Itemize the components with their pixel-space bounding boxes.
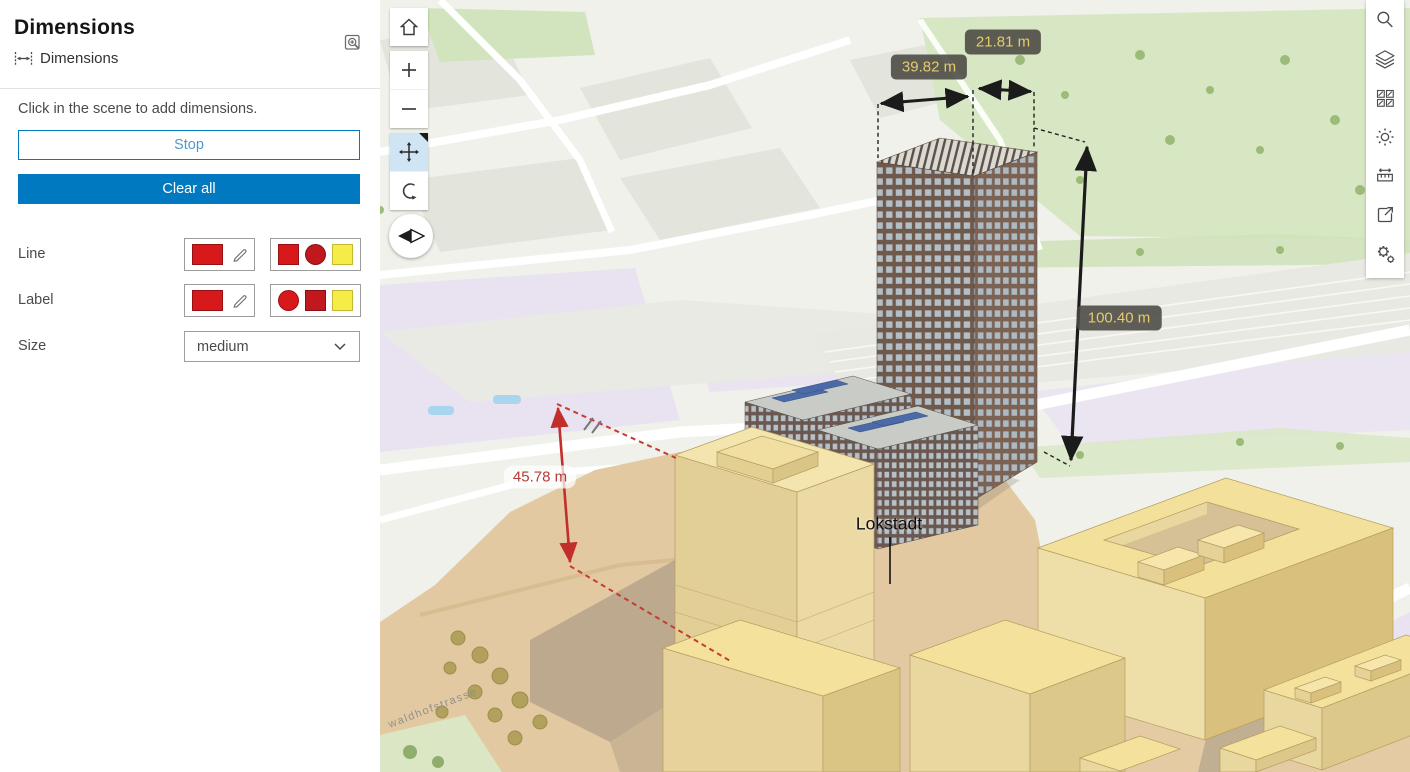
pond [428, 406, 454, 415]
label-color-picker[interactable] [184, 284, 255, 317]
share-icon [1377, 206, 1393, 222]
home-icon [399, 18, 419, 36]
zoom-to-icon[interactable] [344, 33, 364, 53]
layers-button[interactable] [1366, 39, 1404, 78]
tool-corner-flag [419, 133, 428, 142]
search-icon [1377, 11, 1393, 27]
label-red-circle-swatch[interactable] [278, 290, 299, 311]
line-color-swatch [191, 244, 223, 265]
side-panel: Dimensions Dimensions Click in the scene… [0, 0, 380, 772]
pencil-icon [232, 248, 247, 262]
layers-icon [1375, 49, 1395, 69]
zoom-in-button[interactable] [390, 51, 428, 89]
dimension-label-100: 100.40 m [1076, 305, 1162, 331]
search-button[interactable] [1366, 0, 1404, 39]
instruction-text: Click in the scene to add dimensions. [18, 101, 258, 117]
scene-view[interactable]: waldhofstrasse 21.81 m 39.82 m 100.40 m … [380, 0, 1410, 772]
zoom-out-button[interactable] [390, 89, 428, 128]
zoom-out-icon [402, 108, 416, 110]
scene-graphics: waldhofstrasse [380, 0, 1410, 772]
clear-all-button[interactable]: Clear all [18, 174, 360, 204]
home-button[interactable] [390, 8, 428, 46]
zoom-control [390, 51, 428, 128]
pond [493, 395, 521, 404]
basemap-icon [1376, 89, 1394, 107]
home-button-group [390, 8, 428, 46]
dimension-label-45: 45.78 m [503, 465, 577, 489]
dimensions-widget-icon [14, 52, 33, 65]
page-title: Dimensions [14, 16, 136, 39]
size-select[interactable]: medium [184, 331, 360, 362]
daylight-button[interactable] [1366, 117, 1404, 156]
panel-divider [0, 88, 380, 89]
size-row-label: Size [18, 338, 47, 354]
dimension-label-21: 21.81 m [964, 29, 1042, 55]
rotate-tool-button[interactable] [390, 171, 428, 210]
compass-icon [398, 228, 425, 244]
label-red-square-swatch[interactable] [305, 290, 326, 311]
daylight-icon [1376, 127, 1394, 146]
pan-tool-button[interactable] [390, 133, 428, 171]
label-color-swatch [191, 290, 223, 311]
settings-icon [1377, 245, 1395, 263]
measurement-icon [1377, 167, 1393, 181]
zoom-in-icon [402, 63, 416, 77]
pencil-icon [232, 294, 247, 308]
navigation-toggle [390, 133, 428, 210]
pan-icon [399, 142, 419, 162]
dimensions-app: Dimensions Dimensions Click in the scene… [0, 0, 1410, 772]
share-button[interactable] [1366, 195, 1404, 234]
line-symbol-options[interactable] [270, 238, 361, 271]
label-symbol-options[interactable] [270, 284, 361, 317]
scene-toolbar [1366, 0, 1404, 278]
label-row-label: Label [18, 292, 54, 308]
building-name-label: Lokstadt [855, 513, 923, 534]
line-row-label: Line [18, 246, 46, 262]
line-red-circle-swatch[interactable] [305, 244, 326, 265]
settings-button[interactable] [1366, 234, 1404, 273]
rotate-icon [402, 183, 417, 200]
widget-header: Dimensions [14, 50, 118, 67]
measurement-button[interactable] [1366, 156, 1404, 195]
label-yellow-square-swatch[interactable] [332, 290, 353, 311]
line-color-picker[interactable] [184, 238, 255, 271]
basemap-button[interactable] [1366, 78, 1404, 117]
line-red-square-swatch[interactable] [278, 244, 299, 265]
compass-button[interactable] [389, 214, 433, 258]
size-select-value: medium [197, 338, 249, 355]
dimension-label-39: 39.82 m [890, 54, 968, 80]
widget-label: Dimensions [40, 50, 119, 67]
stop-button[interactable]: Stop [18, 130, 360, 160]
chevron-down-icon [334, 343, 346, 351]
line-yellow-square-swatch[interactable] [332, 244, 353, 265]
